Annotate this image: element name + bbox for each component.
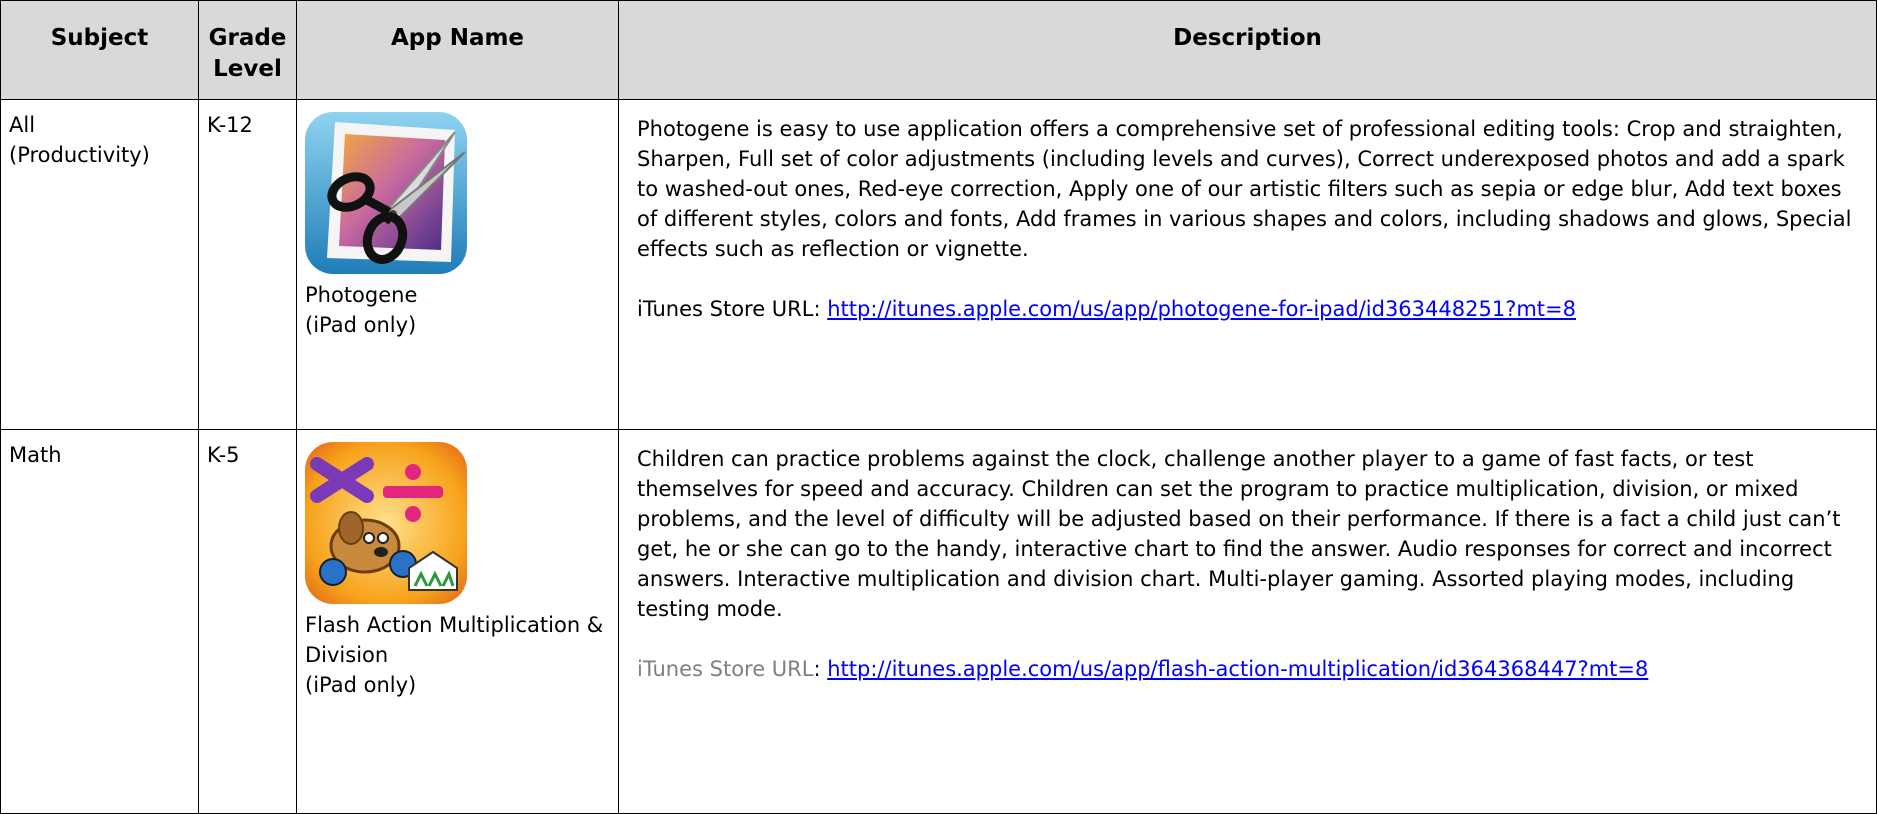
table-row: All (Productivity) K-12 Photogene (iPad …	[0, 99, 1877, 430]
table-row: Math K-5 Flash Action Multiplication & D…	[0, 429, 1877, 814]
header-app-name: App Name	[296, 0, 619, 100]
grade-cell: K-12	[198, 99, 297, 430]
itunes-url-line: iTunes Store URL: http://itunes.apple.co…	[637, 294, 1866, 324]
app-name-cell: Flash Action Multiplication & Division (…	[296, 429, 619, 814]
header-grade-level: Grade Level	[198, 0, 297, 100]
photogene-scissors-icon	[305, 112, 467, 274]
description-text: Photogene is easy to use application off…	[637, 117, 1852, 261]
itunes-url-line: iTunes Store URL: http://itunes.apple.co…	[637, 654, 1866, 684]
app-name-cell: Photogene (iPad only)	[296, 99, 619, 430]
header-subject: Subject	[0, 0, 199, 100]
apps-table: Subject Grade Level App Name Description…	[0, 0, 1877, 814]
subject-cell: Math	[0, 429, 199, 814]
header-row: Subject Grade Level App Name Description	[0, 0, 1877, 100]
url-label: iTunes Store URL:	[637, 297, 828, 321]
itunes-url-link[interactable]: http://itunes.apple.com/us/app/photogene…	[827, 297, 1576, 321]
url-label: iTunes Store URL	[637, 657, 814, 681]
itunes-url-link[interactable]: http://itunes.apple.com/us/app/flash-act…	[827, 657, 1648, 681]
grade-cell: K-5	[198, 429, 297, 814]
app-name-label: Flash Action Multiplication & Division (…	[305, 613, 604, 697]
description-cell: Photogene is easy to use application off…	[618, 99, 1877, 430]
url-separator: :	[813, 657, 828, 681]
description-text: Children can practice problems against t…	[637, 447, 1841, 621]
app-name-label: Photogene (iPad only)	[305, 283, 418, 337]
subject-cell: All (Productivity)	[0, 99, 199, 430]
description-cell: Children can practice problems against t…	[618, 429, 1877, 814]
header-description: Description	[618, 0, 1877, 100]
flash-action-dog-icon	[305, 442, 467, 604]
